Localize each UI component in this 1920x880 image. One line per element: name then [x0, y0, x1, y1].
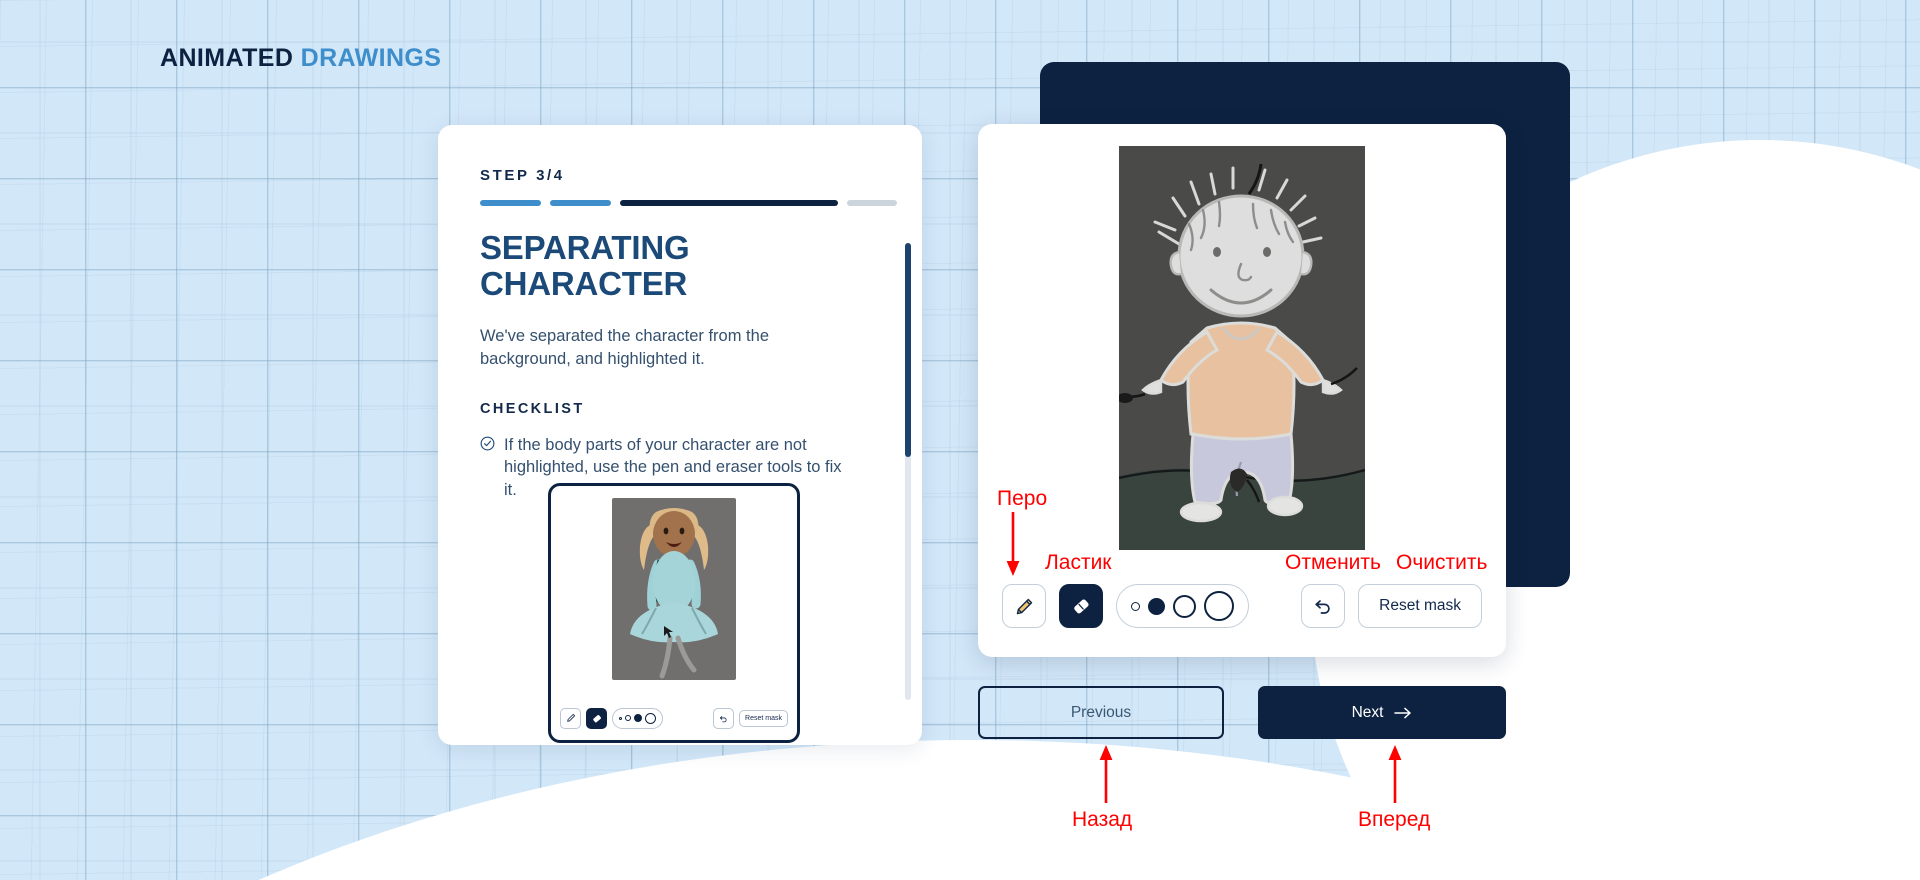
annotation-forward-label: Вперед	[1358, 808, 1431, 831]
eraser-tool-button[interactable]	[1059, 584, 1103, 628]
brand-logo[interactable]: ANIMATED DRAWINGS	[160, 44, 441, 73]
preview-reset-mask-button[interactable]: Reset mask	[739, 709, 788, 727]
preview-pen-button[interactable]	[560, 707, 581, 729]
arrow-right-icon	[1394, 707, 1412, 719]
preview-dot-l[interactable]	[645, 712, 656, 724]
checklist-heading: CHECKLIST	[480, 400, 585, 417]
brush-size-xs[interactable]	[1131, 601, 1140, 611]
brush-size-l[interactable]	[1204, 591, 1234, 621]
drawing-canvas-card: Reset mask	[978, 124, 1506, 657]
step-card-scrollbar-thumb[interactable]	[905, 243, 911, 457]
progress-segment-4	[847, 200, 897, 206]
check-circle-icon	[480, 436, 495, 502]
preview-brush-size-group[interactable]	[612, 707, 663, 729]
annotation-back-arrow	[1097, 745, 1115, 803]
brush-size-s[interactable]	[1148, 597, 1165, 615]
step-description: We've separated the character from the b…	[480, 327, 769, 369]
step-counter-label: STEP 3/4	[480, 167, 565, 184]
preview-dot-xs[interactable]	[619, 716, 622, 720]
step-progress-bar	[480, 200, 897, 206]
step-title: SEPARATING CHARACTER	[480, 230, 908, 301]
brand-word-animated: ANIMATED	[160, 44, 294, 72]
preview-reset-group: Reset mask	[713, 707, 788, 729]
app-screen: ANIMATED DRAWINGS STEP 3/4 SEPARATING CH…	[0, 0, 1920, 880]
step-card-scrollbar-track[interactable]	[905, 243, 911, 700]
pen-tool-button[interactable]	[1002, 584, 1046, 628]
character-drawing-image[interactable]	[1119, 146, 1365, 550]
next-button-label: Next	[1351, 703, 1384, 721]
preview-undo-button[interactable]	[713, 707, 735, 729]
reset-mask-button[interactable]: Reset mask	[1358, 584, 1482, 628]
step-instructions-card: STEP 3/4 SEPARATING CHARACTER We've sepa…	[438, 125, 922, 745]
step-title-line-1: SEPARATING	[480, 229, 690, 266]
annotation-undo-label: Отменить	[1285, 551, 1381, 574]
brush-size-selector[interactable]	[1116, 584, 1249, 628]
preview-toolbar: Reset mask	[551, 700, 797, 736]
preview-drawing-image	[612, 498, 736, 680]
progress-segment-1	[480, 200, 541, 206]
progress-segment-2	[550, 200, 611, 206]
preview-dot-s[interactable]	[625, 715, 631, 721]
annotation-forward-arrow	[1386, 745, 1404, 803]
progress-segment-3	[620, 200, 838, 206]
step-title-line-2: CHARACTER	[480, 264, 688, 302]
next-button[interactable]: Next	[1258, 686, 1506, 739]
brand-word-drawings: DRAWINGS	[300, 44, 442, 72]
canvas-preview-thumbnail: Reset mask	[548, 483, 800, 743]
preview-eraser-button[interactable]	[586, 707, 607, 729]
annotation-clear-label: Очистить	[1396, 551, 1488, 574]
annotation-back-label: Назад	[1072, 808, 1133, 831]
drawing-toolbar: Reset mask	[978, 577, 1506, 635]
preview-dot-m[interactable]	[634, 714, 642, 722]
previous-button[interactable]: Previous	[978, 686, 1224, 739]
brush-size-m[interactable]	[1173, 594, 1196, 618]
annotation-pen-label: Перо	[997, 487, 1048, 510]
navigation-buttons: Previous Next	[978, 686, 1506, 739]
undo-button[interactable]	[1301, 584, 1346, 628]
annotation-pen-arrow	[1004, 512, 1022, 578]
annotation-eraser-label: Ластик	[1045, 551, 1112, 574]
